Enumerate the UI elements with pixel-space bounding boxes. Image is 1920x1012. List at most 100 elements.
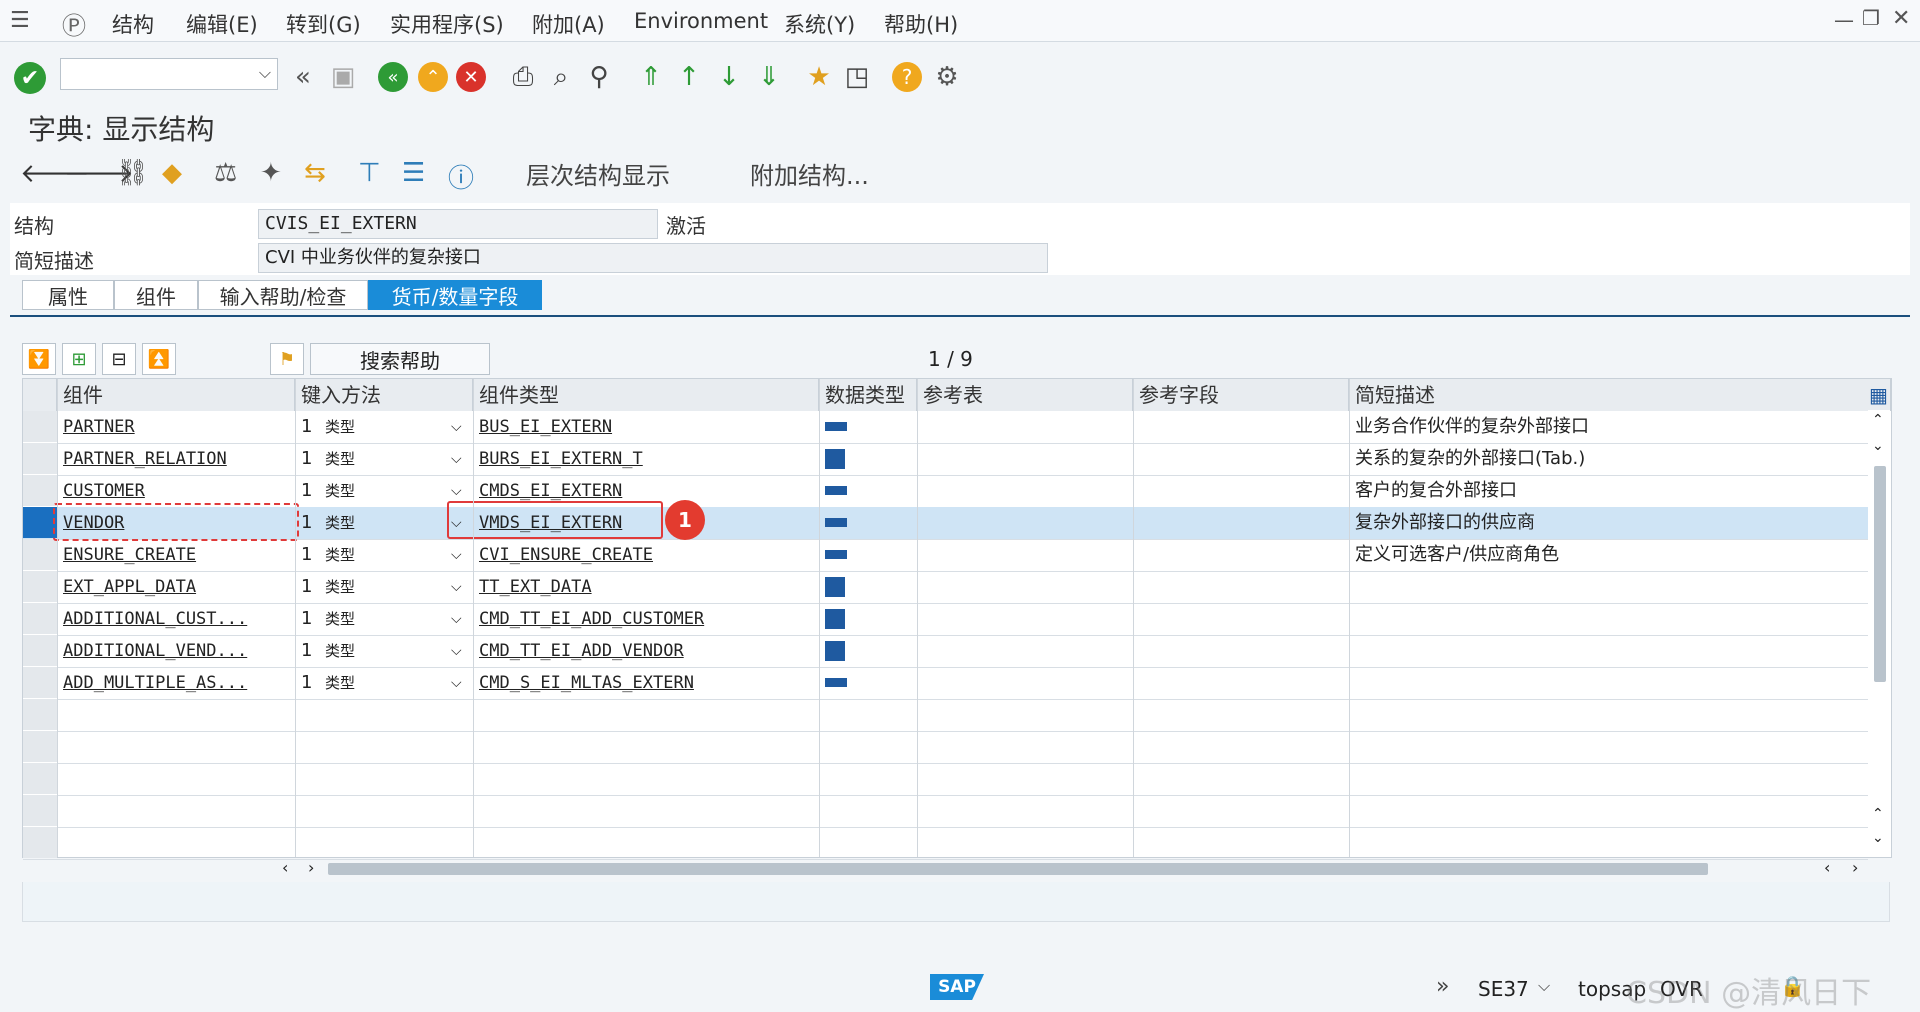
table-row[interactable]: ADD_MULTIPLE_AS... 1 类型 ⌵ CMD_S_EI_MLTAS_EXT…: [23, 667, 1868, 700]
typing-method-cell[interactable]: 1: [301, 667, 311, 699]
typing-method-text[interactable]: 类型: [325, 571, 395, 603]
row-selector[interactable]: [23, 635, 57, 666]
help-icon[interactable]: ?: [892, 62, 922, 92]
table-row[interactable]: ENSURE_CREATE 1 类型 ⌵ CVI_ENSURE_CREATE 定义可选客户…: [23, 539, 1868, 572]
where-used-icon[interactable]: ⇆: [304, 158, 326, 188]
menu-item-extras[interactable]: 附加(A): [532, 9, 605, 39]
settings-gear-icon[interactable]: ⚙: [930, 60, 964, 94]
menu-item-help[interactable]: 帮助(H): [884, 9, 958, 39]
search-help-icon[interactable]: ⚑: [270, 343, 304, 375]
row-selector[interactable]: [23, 571, 57, 602]
scroll-page-up-icon[interactable]: ⌃: [1872, 806, 1884, 822]
table-row[interactable]: VENDOR 1 类型 ⌵ VMDS_EI_EXTERN 复杂外部接口的供应商: [23, 507, 1868, 540]
append-structure-button[interactable]: 附加结构...: [750, 156, 869, 191]
horizontal-scrollbar[interactable]: ‹ › ‹ ›: [272, 858, 1858, 880]
last-page-icon[interactable]: ⇓: [752, 60, 786, 94]
status-chevron-down-icon[interactable]: ⌵: [1538, 976, 1550, 996]
print-icon[interactable]: ⎙: [506, 60, 540, 94]
empty-table-row[interactable]: [23, 731, 1868, 764]
chevron-down-icon[interactable]: ⌵: [451, 667, 467, 699]
component-type-cell[interactable]: CMD_TT_EI_ADD_VENDOR: [479, 635, 815, 667]
scroll-left-icon[interactable]: ‹: [282, 858, 288, 877]
column-header-ref-field[interactable]: 参考字段: [1133, 379, 1349, 411]
tab-input-help[interactable]: 输入帮助/检查: [198, 280, 368, 310]
row-selector[interactable]: [23, 475, 57, 506]
status-expand-icon[interactable]: »: [1436, 974, 1449, 999]
sap-p-icon[interactable]: Ⓟ: [62, 6, 86, 41]
row-selector[interactable]: [23, 539, 57, 570]
tab-currency-quantity[interactable]: 货币/数量字段: [368, 280, 542, 310]
typing-method-cell[interactable]: 1: [301, 411, 311, 443]
column-header-data-type[interactable]: 数据类型: [819, 379, 917, 411]
typing-method-text[interactable]: 类型: [325, 475, 395, 507]
scroll-down-icon[interactable]: ⌄: [1872, 438, 1884, 454]
component-name-cell[interactable]: ENSURE_CREATE: [63, 539, 291, 571]
typing-method-text[interactable]: 类型: [325, 539, 395, 571]
horizontal-scroll-thumb[interactable]: [328, 863, 1708, 875]
table-row[interactable]: ADDITIONAL_VEND... 1 类型 ⌵ CMD_TT_EI_ADD_VEND…: [23, 635, 1868, 668]
find-icon[interactable]: ⌕: [544, 60, 578, 94]
table-row[interactable]: CUSTOMER 1 类型 ⌵ CMDS_EI_EXTERN 客户的复合外部接口: [23, 475, 1868, 508]
list-icon[interactable]: ☰: [402, 158, 425, 188]
row-selector[interactable]: [23, 827, 57, 858]
component-name-cell[interactable]: ADDITIONAL_VEND...: [63, 635, 291, 667]
chevron-down-icon[interactable]: ⌵: [451, 635, 467, 667]
save-icon[interactable]: ▣: [326, 60, 360, 94]
typing-method-text[interactable]: 类型: [325, 667, 395, 699]
component-name-cell[interactable]: PARTNER_RELATION: [63, 443, 291, 475]
typing-method-text[interactable]: 类型: [325, 411, 395, 443]
tab-attributes[interactable]: 属性: [22, 280, 114, 310]
typing-method-cell[interactable]: 1: [301, 539, 311, 571]
component-name-cell[interactable]: EXT_APPL_DATA: [63, 571, 291, 603]
typing-method-cell[interactable]: 1: [301, 571, 311, 603]
row-selector[interactable]: [23, 763, 57, 794]
description-field[interactable]: CVI 中业务伙伴的复杂接口: [258, 243, 1048, 273]
component-name-cell[interactable]: PARTNER: [63, 411, 291, 443]
next-page-icon[interactable]: ↓: [712, 60, 746, 94]
chevron-down-icon[interactable]: ⌵: [451, 443, 467, 475]
hierarchy-icon[interactable]: ⊤: [358, 158, 381, 188]
activate-icon[interactable]: ◆: [162, 158, 182, 188]
row-selector[interactable]: [23, 731, 57, 762]
scroll-right-end-icon[interactable]: ›: [1852, 858, 1858, 877]
table-row[interactable]: PARTNER 1 类型 ⌵ BUS_EI_EXTERN 业务合作伙伴的复杂外部接口: [23, 411, 1868, 444]
column-settings-icon[interactable]: ▦: [1869, 383, 1888, 407]
column-header-ref-table[interactable]: 参考表: [917, 379, 1133, 411]
display-change-icon[interactable]: ⛓: [116, 158, 149, 188]
table-row[interactable]: EXT_APPL_DATA 1 类型 ⌵ TT_EXT_DATA: [23, 571, 1868, 604]
scroll-left-end-icon[interactable]: ‹: [1824, 858, 1830, 877]
search-help-button[interactable]: 搜索帮助: [310, 343, 490, 375]
tab-components[interactable]: 组件: [114, 280, 198, 310]
shortcut-icon[interactable]: ◳: [840, 60, 874, 94]
row-selector[interactable]: [23, 443, 57, 474]
typing-method-text[interactable]: 类型: [325, 507, 395, 539]
empty-table-row[interactable]: [23, 699, 1868, 732]
typing-method-cell[interactable]: 1: [301, 603, 311, 635]
empty-table-row[interactable]: [23, 827, 1868, 860]
chevron-down-icon[interactable]: ⌵: [451, 603, 467, 635]
empty-table-row[interactable]: [23, 763, 1868, 796]
first-page-icon[interactable]: ⇑: [634, 60, 668, 94]
cancel-icon[interactable]: ✕: [456, 62, 486, 92]
scroll-page-down-icon[interactable]: ⌄: [1872, 830, 1884, 846]
typing-method-cell[interactable]: 1: [301, 635, 311, 667]
hierarchy-display-button[interactable]: 层次结构显示: [526, 156, 670, 191]
structure-field[interactable]: CVIS_EI_EXTERN: [258, 209, 658, 239]
menu-item-edit[interactable]: 编辑(E): [186, 9, 258, 39]
table-row[interactable]: ADDITIONAL_CUST... 1 类型 ⌵ CMD_TT_EI_ADD_CUST…: [23, 603, 1868, 636]
info-icon[interactable]: ⓘ: [448, 158, 474, 195]
chevron-down-icon[interactable]: ⌵: [451, 411, 467, 443]
back-icon[interactable]: «: [378, 62, 408, 92]
column-header-component[interactable]: 组件: [57, 379, 295, 411]
row-selector[interactable]: [23, 699, 57, 730]
vertical-scroll-thumb[interactable]: [1874, 466, 1886, 682]
component-name-cell[interactable]: ADDITIONAL_CUST...: [63, 603, 291, 635]
enter-check-icon[interactable]: ✔: [14, 62, 46, 94]
chevron-down-icon[interactable]: ⌵: [259, 63, 271, 83]
row-selector[interactable]: [23, 667, 57, 698]
menu-item-utilities[interactable]: 实用程序(S): [390, 9, 504, 39]
row-selector[interactable]: [23, 795, 57, 826]
column-header-typing-method[interactable]: 键入方法: [295, 379, 473, 411]
magic-wand-icon[interactable]: ✦: [260, 158, 282, 188]
transaction-code[interactable]: SE37: [1478, 977, 1529, 1001]
